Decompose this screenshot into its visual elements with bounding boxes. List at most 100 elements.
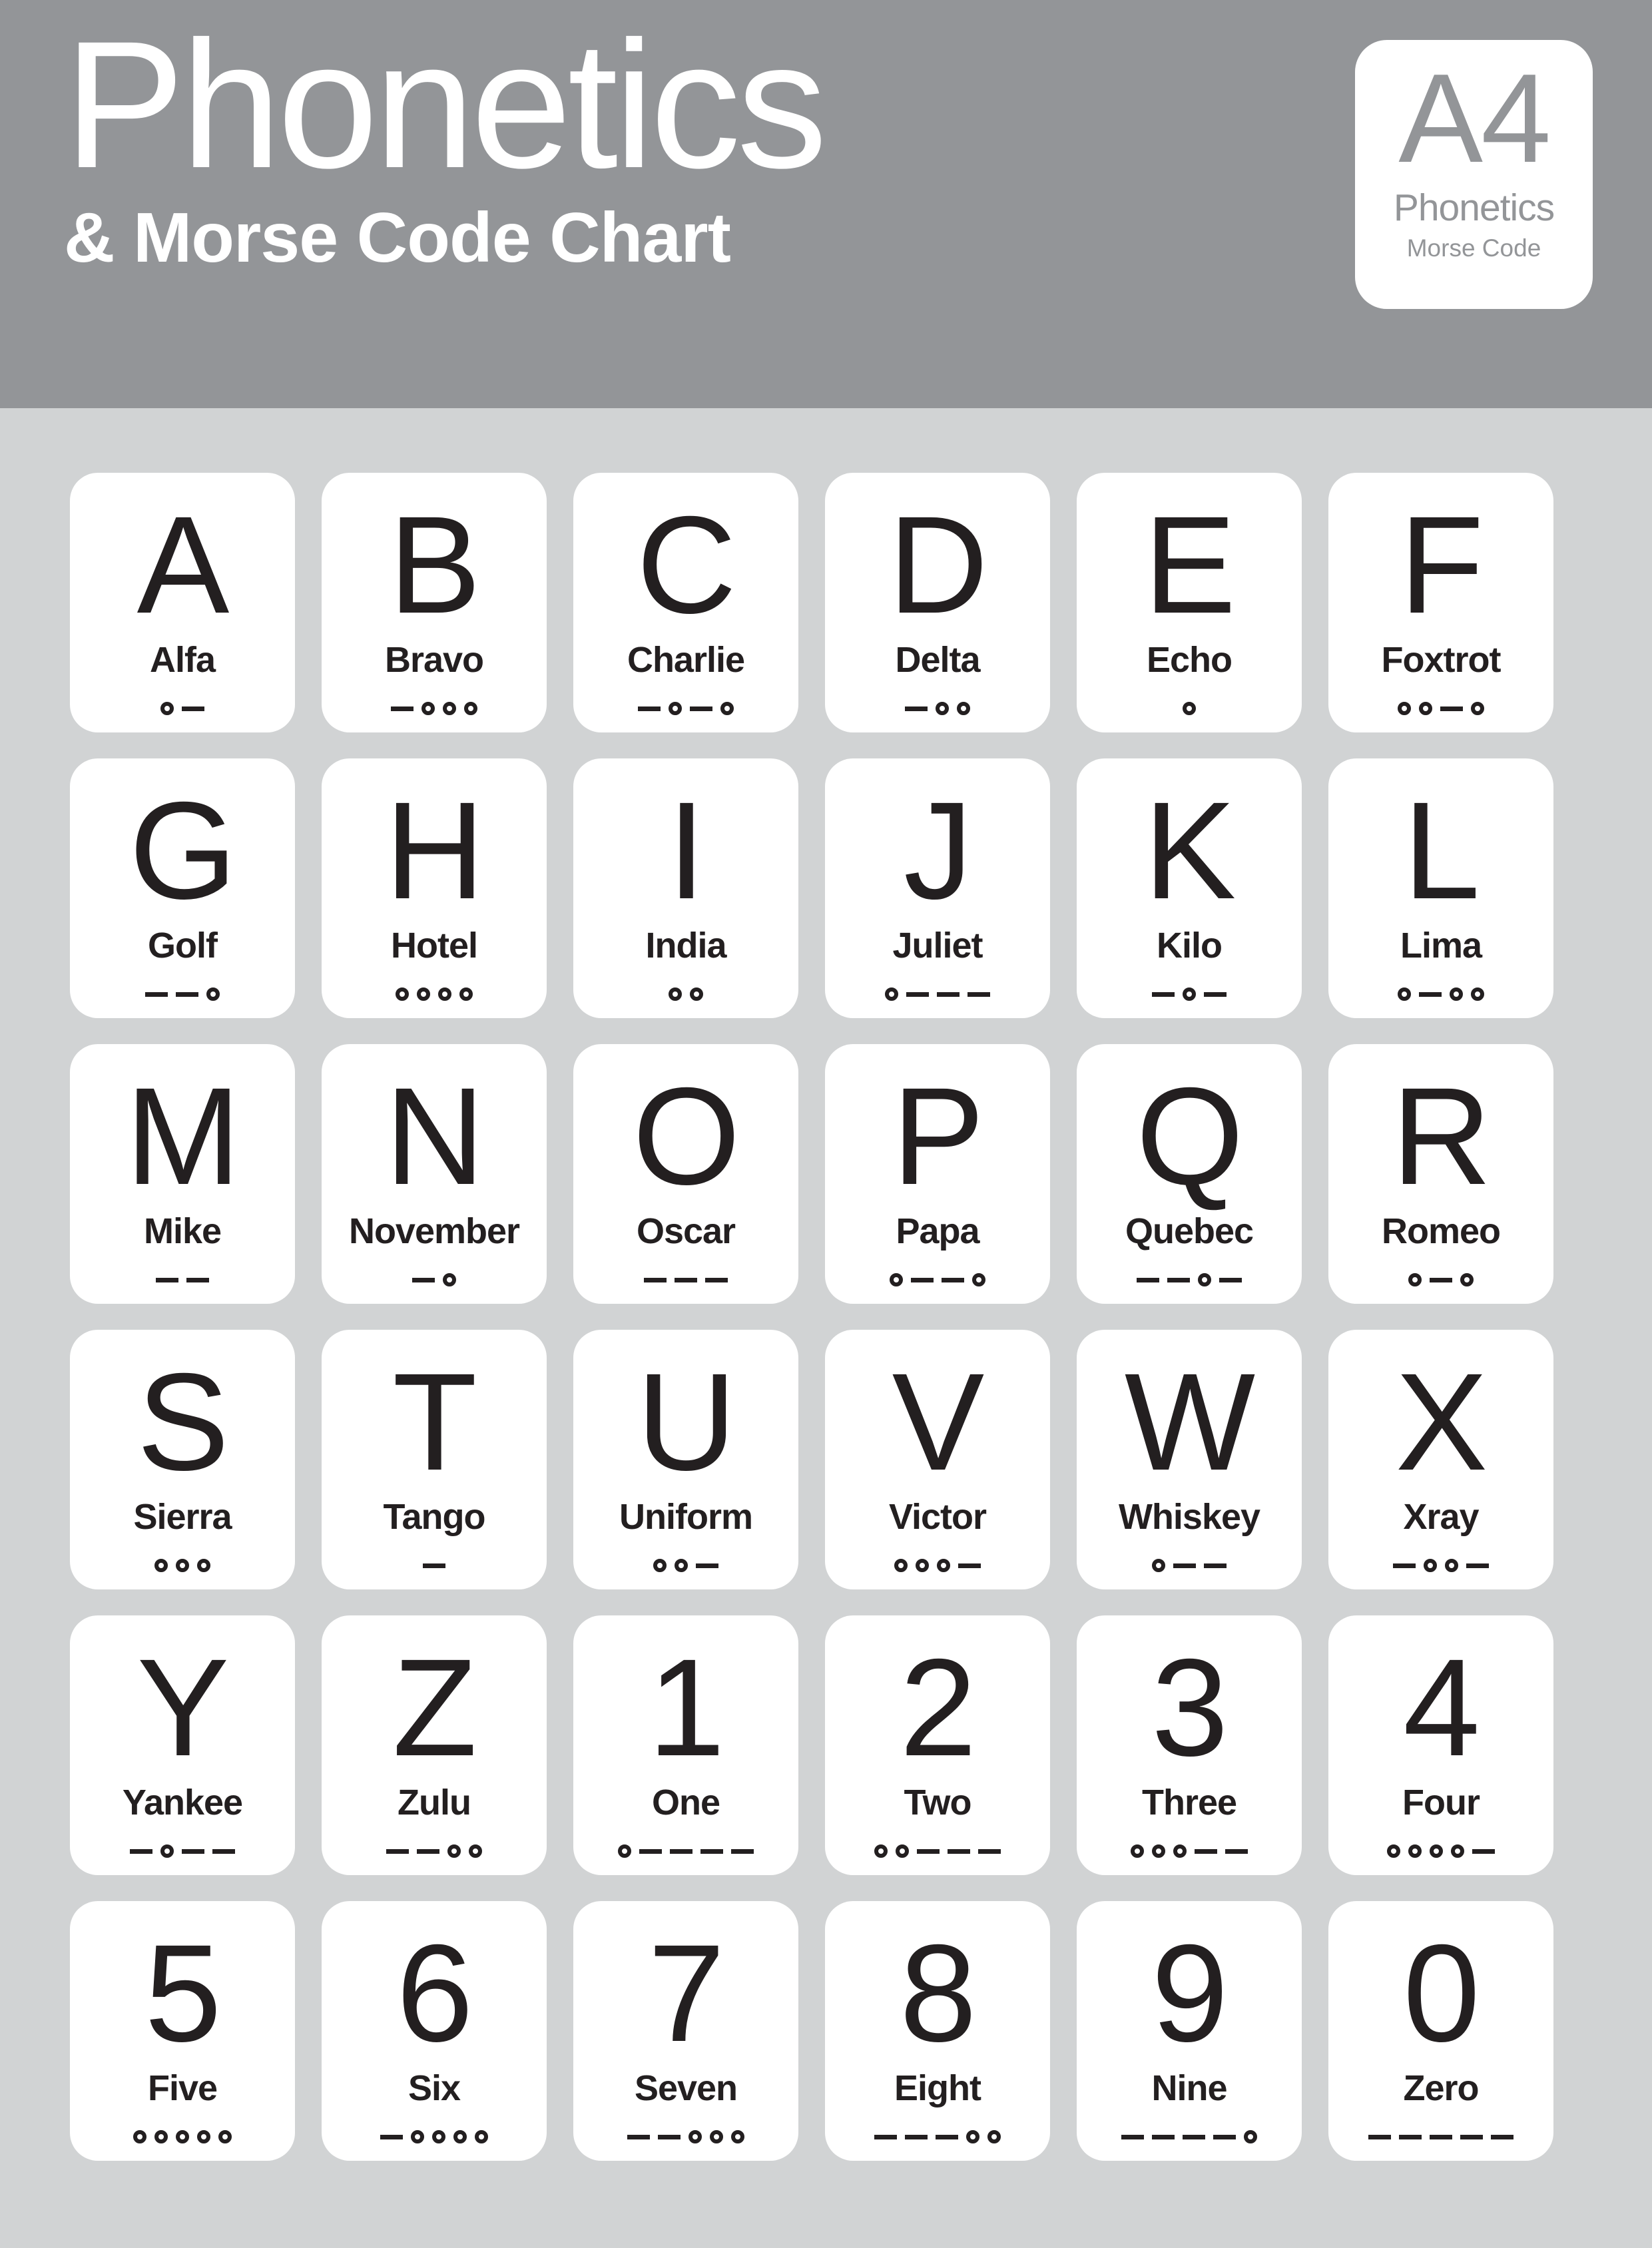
phonetic-card[interactable]: J Juliet <box>825 758 1050 1018</box>
morse-dot-icon <box>1408 1844 1422 1858</box>
phonetic-card[interactable]: 1 One <box>573 1615 798 1875</box>
card-morse-code <box>154 1552 210 1579</box>
phonetic-card[interactable]: K Kilo <box>1077 758 1302 1018</box>
phonetic-card[interactable]: 7 Seven <box>573 1901 798 2161</box>
card-phonetic-word: Tango <box>383 1497 486 1537</box>
morse-dash-icon <box>1368 2134 1391 2139</box>
card-glyph: T <box>392 1345 477 1500</box>
card-glyph: Y <box>137 1631 230 1785</box>
morse-dot-icon <box>443 1273 456 1286</box>
morse-dash-icon <box>130 1848 152 1854</box>
card-morse-code <box>669 981 703 1007</box>
card-morse-code <box>1398 695 1484 722</box>
morse-dash-icon <box>212 1848 235 1854</box>
phonetic-card[interactable]: Z Zulu <box>322 1615 547 1875</box>
phonetic-card[interactable]: 5 Five <box>70 1901 295 2161</box>
card-morse-code <box>1398 981 1484 1007</box>
morse-dot-icon <box>1419 702 1432 715</box>
morse-dash-icon <box>380 2134 403 2139</box>
morse-dot-icon <box>1173 1844 1187 1858</box>
phonetic-card[interactable]: 0 Zero <box>1328 1901 1553 2161</box>
morse-dash-icon <box>905 706 928 711</box>
phonetic-card[interactable]: G Golf <box>70 758 295 1018</box>
phonetic-card[interactable]: Y Yankee <box>70 1615 295 1875</box>
phonetic-card[interactable]: T Tango <box>322 1330 547 1589</box>
card-morse-code <box>1152 1552 1227 1579</box>
morse-dot-icon <box>1398 702 1411 715</box>
phonetic-card[interactable]: 9 Nine <box>1077 1901 1302 2161</box>
card-morse-code <box>638 695 734 722</box>
phonetic-card[interactable]: U Uniform <box>573 1330 798 1589</box>
morse-dot-icon <box>133 2130 146 2143</box>
phonetic-card[interactable]: B Bravo <box>322 473 547 732</box>
phonetic-card[interactable]: S Sierra <box>70 1330 295 1589</box>
morse-dash-icon <box>1195 1848 1217 1854</box>
phonetic-card[interactable]: N November <box>322 1044 547 1304</box>
phonetic-card[interactable]: E Echo <box>1077 473 1302 732</box>
morse-dash-icon <box>917 1848 940 1854</box>
morse-dash-icon <box>1460 2134 1483 2139</box>
morse-dot-icon <box>1460 1273 1474 1286</box>
morse-dash-icon <box>874 2134 897 2139</box>
morse-dot-icon <box>720 702 734 715</box>
card-morse-code <box>894 1552 981 1579</box>
morse-dot-icon <box>936 702 949 715</box>
morse-dash-icon <box>700 1848 723 1854</box>
card-glyph: A <box>137 488 230 643</box>
morse-dash-icon <box>1225 1848 1248 1854</box>
card-glyph: L <box>1403 774 1480 928</box>
morse-dot-icon <box>1424 1559 1437 1572</box>
card-glyph: 7 <box>648 1916 725 2071</box>
morse-dash-icon <box>1204 991 1227 997</box>
a4-format-badge: A4 Phonetics Morse Code <box>1355 40 1593 309</box>
morse-dot-icon <box>896 1844 909 1858</box>
card-glyph: 4 <box>1403 1631 1480 1785</box>
card-phonetic-word: Romeo <box>1381 1211 1501 1251</box>
phonetic-card[interactable]: X Xray <box>1328 1330 1553 1589</box>
phonetic-card[interactable]: C Charlie <box>573 473 798 732</box>
morse-dash-icon <box>386 1848 409 1854</box>
morse-dot-icon <box>160 702 174 715</box>
card-morse-code <box>1393 1552 1489 1579</box>
card-glyph: K <box>1143 774 1237 928</box>
phonetic-card[interactable]: L Lima <box>1328 758 1553 1018</box>
card-morse-code <box>396 981 473 1007</box>
morse-dot-icon <box>432 2130 445 2143</box>
badge-format-code: A4 <box>1398 48 1551 189</box>
phonetic-card[interactable]: 2 Two <box>825 1615 1050 1875</box>
morse-dot-icon <box>1471 987 1484 1001</box>
morse-dot-icon <box>1244 2130 1257 2143</box>
card-phonetic-word: Golf <box>148 926 218 966</box>
card-phonetic-word: Foxtrot <box>1381 640 1502 680</box>
phonetic-card[interactable]: I India <box>573 758 798 1018</box>
phonetic-card[interactable]: F Foxtrot <box>1328 473 1553 732</box>
phonetic-card[interactable]: R Romeo <box>1328 1044 1553 1304</box>
morse-dot-icon <box>475 2130 488 2143</box>
morse-dot-icon <box>464 702 477 715</box>
card-glyph: H <box>384 774 485 928</box>
phonetic-card[interactable]: W Whiskey <box>1077 1330 1302 1589</box>
phonetic-card[interactable]: M Mike <box>70 1044 295 1304</box>
phonetic-card[interactable]: 4 Four <box>1328 1615 1553 1875</box>
phonetic-card[interactable]: D Delta <box>825 473 1050 732</box>
morse-dot-icon <box>916 1559 929 1572</box>
header-title-block: Phonetics & Morse Code Chart <box>64 14 1329 274</box>
phonetic-card[interactable]: 8 Eight <box>825 1901 1050 2161</box>
morse-dash-icon <box>639 1848 662 1854</box>
phonetic-card[interactable]: 6 Six <box>322 1901 547 2161</box>
phonetic-card[interactable]: V Victor <box>825 1330 1050 1589</box>
phonetic-card[interactable]: O Oscar <box>573 1044 798 1304</box>
phonetic-card[interactable]: P Papa <box>825 1044 1050 1304</box>
phonetic-card[interactable]: 3 Three <box>1077 1615 1302 1875</box>
card-phonetic-word: Kilo <box>1157 926 1223 966</box>
morse-dash-icon <box>391 706 413 711</box>
phonetic-card[interactable]: A Alfa <box>70 473 295 732</box>
card-phonetic-word: Whiskey <box>1118 1497 1260 1537</box>
morse-dash-icon <box>690 706 712 711</box>
morse-dash-icon <box>638 706 661 711</box>
morse-dot-icon <box>669 987 682 1001</box>
phonetic-card-grid: A Alfa B Bravo C Charlie D Delta E Echo F Foxtrot G G… <box>70 473 1553 2161</box>
phonetic-card[interactable]: Q Quebec <box>1077 1044 1302 1304</box>
phonetic-card[interactable]: H Hotel <box>322 758 547 1018</box>
morse-dot-icon <box>1471 702 1484 715</box>
